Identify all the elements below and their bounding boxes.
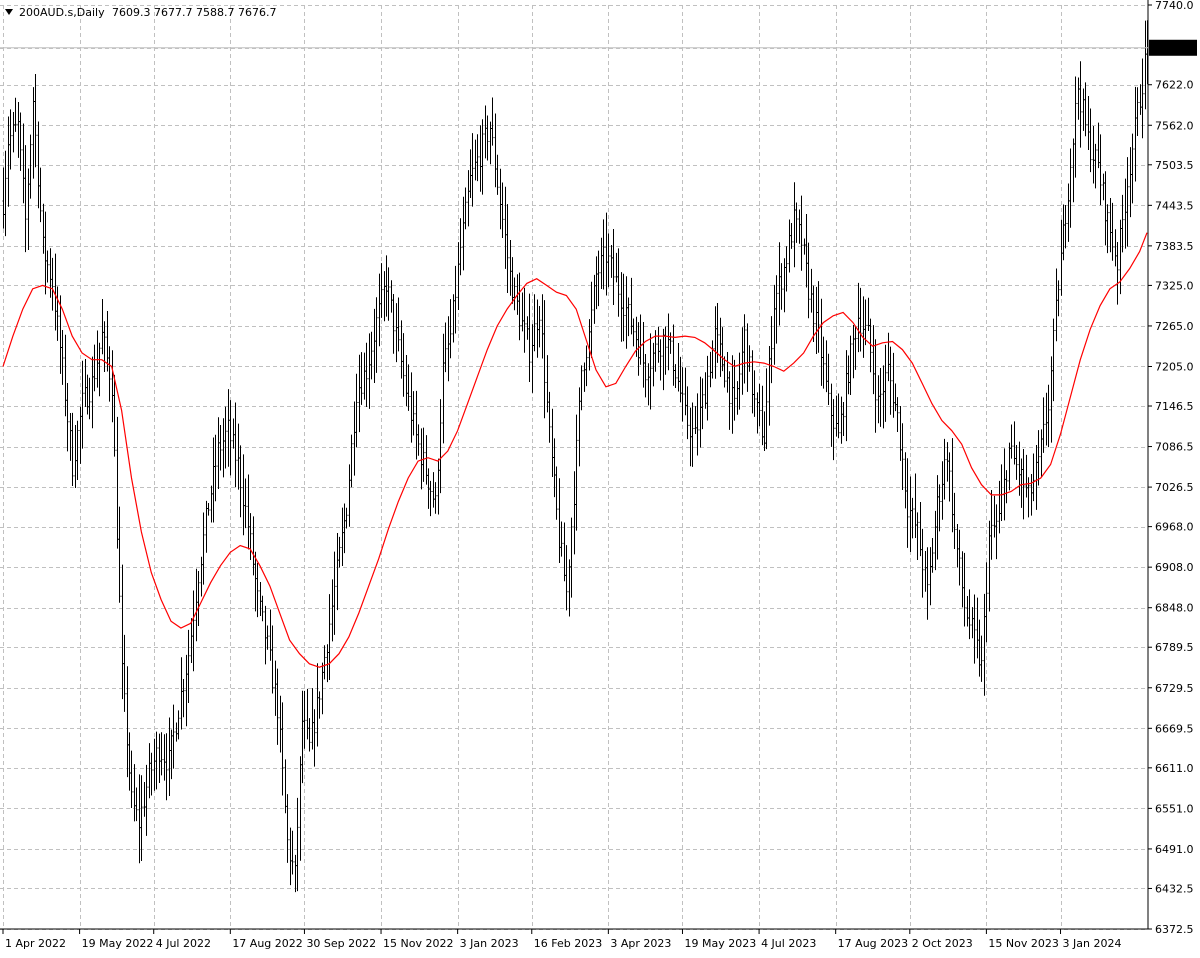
x-tick-label: 2 Oct 2023 <box>912 937 973 950</box>
x-tick-label: 16 Feb 2023 <box>534 937 602 950</box>
y-tick-label: 6491.0 <box>1155 843 1194 856</box>
x-tick-label: 15 Nov 2023 <box>988 937 1058 950</box>
y-tick-label: 7146.5 <box>1155 400 1194 413</box>
y-tick-label: 6729.5 <box>1155 682 1194 695</box>
last-price-label: 7676.7 <box>1155 42 1194 55</box>
y-tick-label: 7265.0 <box>1155 320 1194 333</box>
y-tick-label: 7026.5 <box>1155 481 1194 494</box>
x-tick-label: 17 Aug 2023 <box>838 937 908 950</box>
x-tick-label: 1 Apr 2022 <box>5 937 66 950</box>
y-tick-label: 6551.0 <box>1155 802 1194 815</box>
y-tick-label: 7443.5 <box>1155 199 1194 212</box>
y-tick-label: 6968.0 <box>1155 521 1194 534</box>
y-tick-label: 7740.0 <box>1155 0 1194 12</box>
x-tick-label: 17 Aug 2022 <box>232 937 302 950</box>
y-tick-label: 7086.5 <box>1155 441 1194 454</box>
y-tick-label: 7205.0 <box>1155 360 1194 373</box>
x-tick-label: 19 May 2022 <box>82 937 154 950</box>
y-tick-label: 7325.0 <box>1155 279 1194 292</box>
x-tick-label: 3 Apr 2023 <box>610 937 671 950</box>
x-tick-label: 4 Jul 2023 <box>761 937 816 950</box>
y-tick-label: 7562.0 <box>1155 119 1194 132</box>
y-tick-label: 6372.5 <box>1155 923 1194 936</box>
x-tick-label: 3 Jan 2023 <box>460 937 519 950</box>
symbol-label: 200AUD.s,Daily <box>19 6 105 19</box>
y-tick-label: 7622.0 <box>1155 79 1194 92</box>
y-tick-label: 6848.0 <box>1155 602 1194 615</box>
ohlc-values: 7609.3 7677.7 7588.7 7676.7 <box>112 6 276 19</box>
x-tick-label: 30 Sep 2022 <box>306 937 376 950</box>
x-tick-label: 4 Jul 2022 <box>156 937 211 950</box>
chart-header: 200AUD.s,Daily 7609.3 7677.7 7588.7 7676… <box>5 6 276 19</box>
y-tick-label: 7383.5 <box>1155 240 1194 253</box>
y-tick-label: 6611.0 <box>1155 762 1194 775</box>
x-tick-label: 19 May 2023 <box>684 937 756 950</box>
x-tick-label: 3 Jan 2024 <box>1063 937 1122 950</box>
x-tick-label: 15 Nov 2022 <box>383 937 453 950</box>
y-tick-label: 7503.5 <box>1155 159 1194 172</box>
y-tick-label: 6669.5 <box>1155 722 1194 735</box>
y-tick-label: 6789.5 <box>1155 641 1194 654</box>
y-tick-label: 6908.0 <box>1155 561 1194 574</box>
chart-canvas[interactable]: 7740.0 7622.0 7562.0 7503.5 7443.5 7383.5 7325… <box>0 0 1200 958</box>
y-tick-label: 6432.5 <box>1155 882 1194 895</box>
chart-window[interactable]: 7740.0 7622.0 7562.0 7503.5 7443.5 7383.5 7325… <box>0 0 1200 958</box>
